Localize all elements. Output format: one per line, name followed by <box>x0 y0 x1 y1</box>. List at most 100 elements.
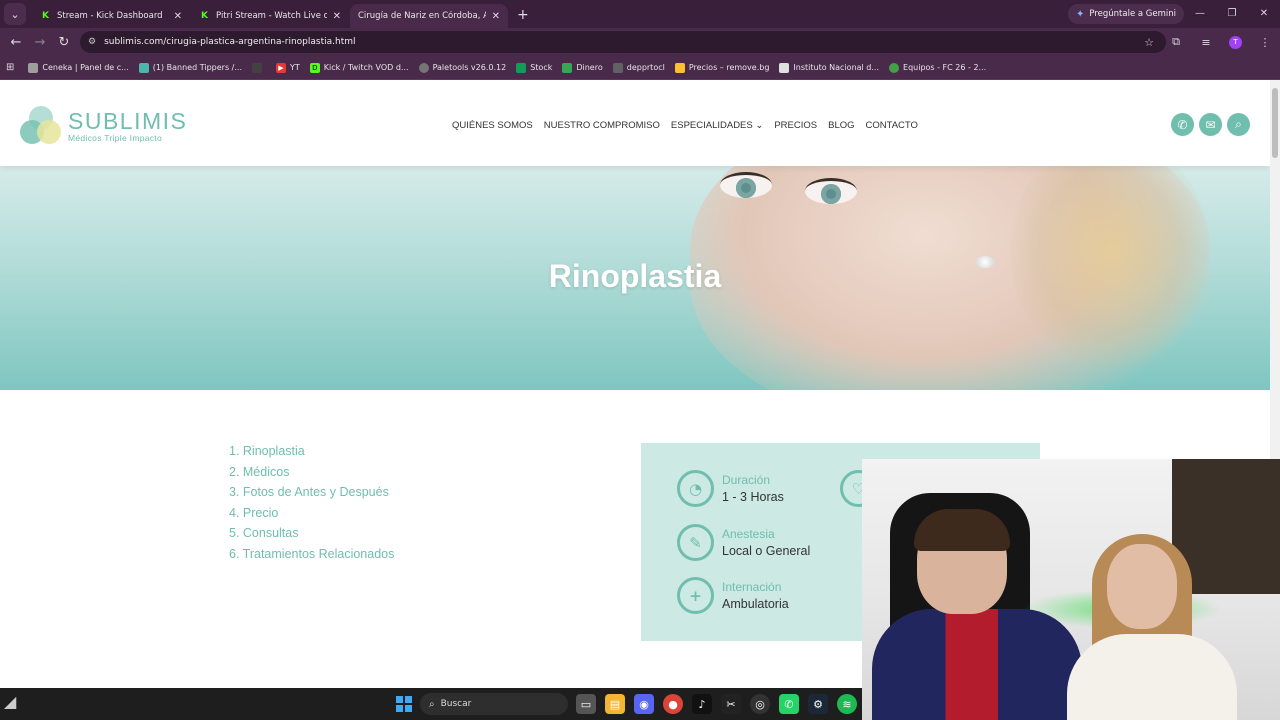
toc-link-consultas[interactable]: 5. Consultas <box>229 526 394 540</box>
info-label: Internación <box>722 580 782 594</box>
bookmark-item[interactable]: D Kick / Twitch VOD d... <box>309 62 409 73</box>
search-icon: ⌕ <box>429 698 435 710</box>
bookmark-item[interactable]: ▶ YT <box>275 62 300 73</box>
toc-link-tratamientos[interactable]: 6. Tratamientos Relacionados <box>229 547 394 561</box>
info-duracion: ◔ Duración 1 - 3 Horas <box>677 470 784 507</box>
task-view-icon[interactable]: ▭ <box>576 694 596 714</box>
back-arrow-icon[interactable]: ← <box>4 35 28 50</box>
file-explorer-icon[interactable]: ▤ <box>605 694 625 714</box>
site-header: SUBLIMIS Médicos Triple Impacto QUIÉNES … <box>0 80 1270 166</box>
bookmark-star-icon[interactable]: ☆ <box>1144 36 1154 49</box>
bookmarks-bar: ⊞ Ceneka | Panel de c... (1) Banned Tipp… <box>0 56 1280 80</box>
bookmark-item[interactable]: Dinero <box>562 62 603 73</box>
tab-search-menu-button[interactable]: ⌄ <box>4 3 26 25</box>
webcam-person-2-body <box>1067 634 1237 720</box>
tab-close-icon[interactable]: ✕ <box>174 11 182 22</box>
reload-icon[interactable]: ↻ <box>52 35 76 50</box>
globe-icon <box>418 62 429 73</box>
tiktok-icon[interactable]: ♪ <box>692 694 712 714</box>
bookmark-favicon-icon <box>516 62 527 73</box>
apps-grid-icon[interactable]: ⊞ <box>6 62 14 73</box>
info-label: Anestesia <box>722 527 775 541</box>
taskbar-search-placeholder: Buscar <box>440 699 472 709</box>
webcam-person-1-hair <box>914 509 1010 551</box>
start-button[interactable] <box>396 696 412 712</box>
nav-precios[interactable]: PRECIOS <box>774 120 817 131</box>
toc-link-medicos[interactable]: 2. Médicos <box>229 465 394 479</box>
site-logo[interactable]: SUBLIMIS Médicos Triple Impacto <box>20 106 187 146</box>
bookmark-item[interactable] <box>251 62 266 73</box>
whatsapp-icon[interactable]: ✆ <box>1171 113 1194 136</box>
site-info-icon[interactable]: ⚙ <box>88 37 96 47</box>
bookmark-favicon-icon <box>889 62 900 73</box>
clock-icon: ◔ <box>677 470 714 507</box>
window-controls: — ❐ ✕ <box>1184 0 1280 28</box>
syringe-icon: ✎ <box>677 524 714 561</box>
scrollbar-thumb[interactable] <box>1272 88 1278 158</box>
page-title: Rinoplastia <box>548 258 722 294</box>
browser-tab-2[interactable]: K Pitri Stream - Watch Live on Kick ✕ <box>191 4 349 28</box>
hero-eye-left <box>720 172 772 198</box>
bookmark-item[interactable]: Equipos - FC 26 - 2... <box>889 62 986 73</box>
spotify-icon[interactable]: ≋ <box>837 694 857 714</box>
steam-icon[interactable]: ⚙ <box>808 694 828 714</box>
kick-favicon-icon: K <box>42 11 49 21</box>
gemini-button[interactable]: ✦ Pregúntale a Gemini <box>1067 4 1184 24</box>
profile-avatar[interactable]: T <box>1229 35 1242 49</box>
nav-especialidades[interactable]: ESPECIALIDADES ⌄ <box>671 120 763 131</box>
minimize-icon[interactable]: — <box>1184 0 1216 28</box>
kick-favicon-icon: K <box>201 11 208 21</box>
toc-link-precio[interactable]: 4. Precio <box>229 506 394 520</box>
toc-link-fotos[interactable]: 3. Fotos de Antes y Después <box>229 485 394 499</box>
capcut-icon[interactable]: ✂ <box>721 694 741 714</box>
bookmark-favicon-icon: D <box>309 62 320 73</box>
bookmark-item[interactable]: Ceneka | Panel de c... <box>28 62 129 73</box>
media-controls-icon[interactable]: ≡ <box>1191 36 1221 49</box>
bookmark-item[interactable]: (1) Banned Tippers /... <box>138 62 242 73</box>
search-icon[interactable]: ⌕ <box>1227 113 1250 136</box>
discord-icon[interactable]: ◉ <box>634 694 654 714</box>
info-value: Local o General <box>722 544 811 558</box>
address-bar[interactable]: ⚙ sublimis.com/cirugia-plastica-argentin… <box>80 31 1166 53</box>
tab-title: Stream - Kick Dashboard <box>57 11 163 21</box>
nav-contacto[interactable]: CONTACTO <box>866 120 918 131</box>
chrome-icon[interactable]: ● <box>663 694 683 714</box>
new-tab-button[interactable]: + <box>517 7 529 23</box>
whatsapp-icon[interactable]: ✆ <box>779 694 799 714</box>
medical-cross-icon: + <box>677 577 714 614</box>
bookmark-item[interactable]: depprtocl <box>612 62 665 73</box>
mail-icon[interactable]: ✉ <box>1199 113 1222 136</box>
nav-nuestro-compromiso[interactable]: NUESTRO COMPROMISO <box>544 120 660 131</box>
forward-arrow-icon[interactable]: → <box>28 35 52 50</box>
tab-close-icon[interactable]: ✕ <box>333 11 341 22</box>
info-anestesia: ✎ Anestesia Local o General <box>677 524 810 561</box>
obs-icon[interactable]: ◎ <box>750 694 770 714</box>
nav-quienes-somos[interactable]: QUIÉNES SOMOS <box>452 120 533 131</box>
bookmark-item[interactable]: Precios – remove.bg <box>674 62 769 73</box>
bookmark-favicon-icon <box>138 62 149 73</box>
bookmark-item[interactable]: Instituto Nacional d... <box>779 62 879 73</box>
restore-icon[interactable]: ❐ <box>1216 0 1248 28</box>
extensions-icon[interactable]: ⧉ <box>1161 35 1191 49</box>
bookmark-item[interactable]: Paletools v26.0.12 <box>418 62 506 73</box>
browser-tab-1[interactable]: K Stream - Kick Dashboard ✕ <box>32 4 190 28</box>
gemini-label: Pregúntale a Gemini <box>1089 9 1176 19</box>
main-nav: QUIÉNES SOMOS NUESTRO COMPROMISO ESPECIA… <box>452 120 918 131</box>
more-menu-icon[interactable]: ⋮ <box>1250 36 1280 49</box>
webcam-person-2-face <box>1107 544 1177 629</box>
widgets-icon[interactable]: ◢ <box>4 692 30 716</box>
toc-link-rinoplastia[interactable]: 1. Rinoplastia <box>229 444 394 458</box>
nav-blog[interactable]: BLOG <box>828 120 854 131</box>
tab-close-icon[interactable]: ✕ <box>492 11 500 22</box>
close-window-icon[interactable]: ✕ <box>1248 0 1280 28</box>
document-icon <box>779 62 790 73</box>
windows-taskbar: ◢ ⌕ Buscar ▭ ▤ ◉ ● ♪ ✂ ◎ ✆ ⚙ ≋ <box>0 688 862 720</box>
browser-tab-3-active[interactable]: S Cirugía de Nariz en Córdoba, Argentina… <box>0 4 508 91</box>
chevron-down-icon: ⌄ <box>755 120 764 131</box>
taskbar-search-box[interactable]: ⌕ Buscar <box>420 693 568 715</box>
bookmark-favicon-icon <box>612 62 623 73</box>
bookmark-item[interactable]: Stock <box>516 62 552 73</box>
info-value: Ambulatoria <box>722 597 789 611</box>
webcam-person-1-body <box>872 609 1082 720</box>
bookmark-favicon-icon <box>28 62 39 73</box>
